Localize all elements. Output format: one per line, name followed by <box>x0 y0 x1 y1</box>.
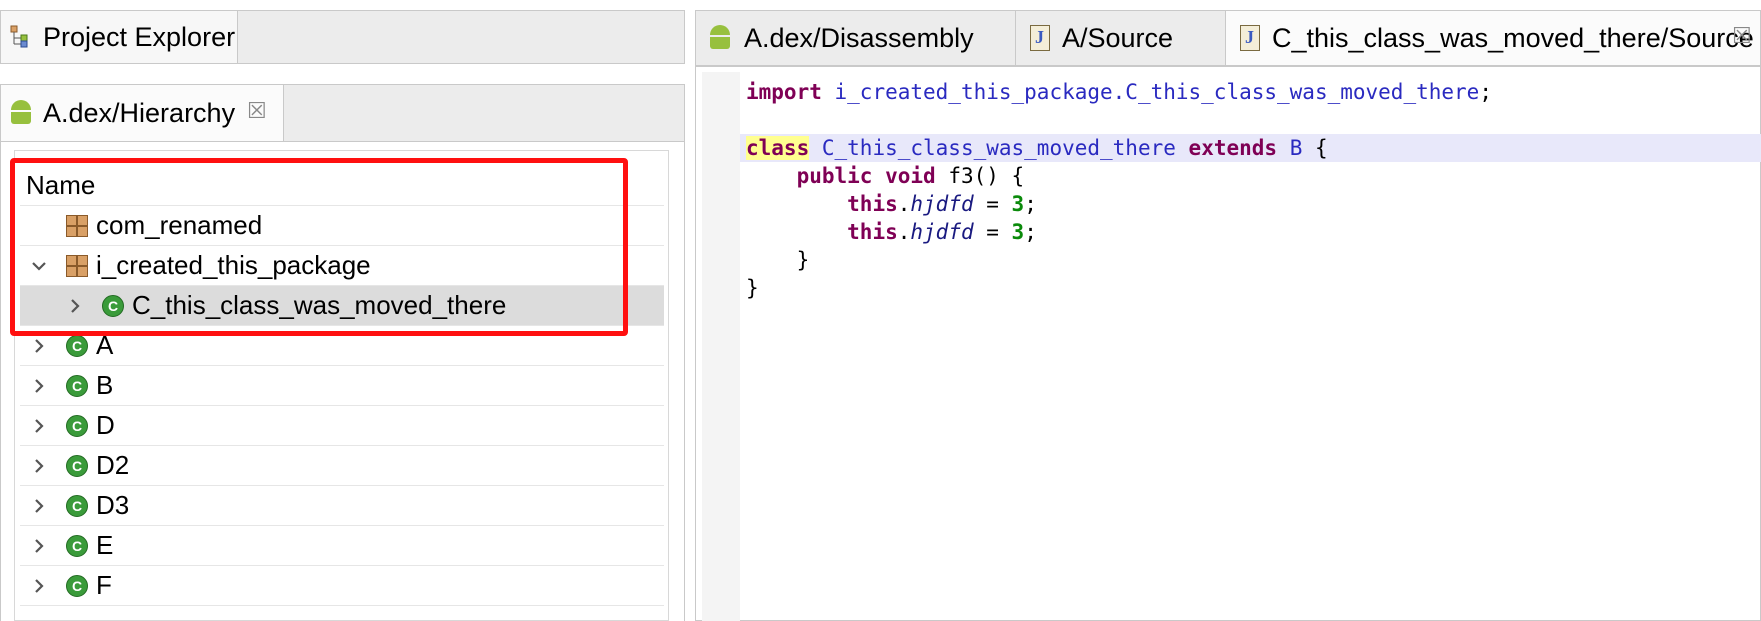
class-name[interactable]: C_this_class_was_moved_there <box>822 136 1176 160</box>
java-file-icon <box>1030 25 1050 51</box>
field-name[interactable]: hjdfd <box>910 192 973 216</box>
keyword: this <box>847 192 898 216</box>
project-explorer-tabbar: Project Explorer <box>0 10 685 64</box>
code-line-8: } <box>746 274 759 302</box>
class-icon <box>66 495 88 517</box>
android-icon <box>708 25 732 51</box>
class-icon <box>66 535 88 557</box>
tree-row-d[interactable]: D <box>20 406 664 446</box>
tree-row-label: B <box>96 370 114 400</box>
chevron-right-icon[interactable] <box>28 455 50 477</box>
tree-row-d3[interactable]: D3 <box>20 486 664 526</box>
tab-hierarchy-label: A.dex/Hierarchy <box>43 97 236 128</box>
tree-row-f[interactable]: F <box>20 566 664 606</box>
code-line-1: import i_created_this_package.C_this_cla… <box>746 78 1492 106</box>
tree-row-b[interactable]: B <box>20 366 664 406</box>
annotation-highlight-box <box>10 158 628 336</box>
code-line-3: class C_this_class_was_moved_there exten… <box>746 134 1328 162</box>
hierarchy-tabbar: A.dex/Hierarchy ☒ <box>0 84 685 142</box>
java-file-icon <box>1240 25 1260 51</box>
tree-row-label: E <box>96 530 114 560</box>
method-signature[interactable]: f3() { <box>948 164 1024 188</box>
tree-row-label: D2 <box>96 450 130 480</box>
code-line-5: this.hjdfd = 3; <box>847 192 1037 216</box>
keyword: import <box>746 80 822 104</box>
tab-label: A.dex/Disassembly <box>744 22 974 53</box>
tree-row-e[interactable]: E <box>20 526 664 566</box>
tab-project-explorer[interactable]: Project Explorer <box>1 11 238 63</box>
keyword: extends <box>1188 136 1278 160</box>
tab-label: A/Source <box>1062 22 1174 53</box>
android-icon <box>9 100 33 126</box>
operator: = <box>973 220 1012 244</box>
punctuation: { <box>1315 136 1328 160</box>
chevron-right-icon[interactable] <box>28 575 50 597</box>
operator: = <box>973 192 1012 216</box>
tab-hierarchy[interactable]: A.dex/Hierarchy ☒ <box>1 85 284 141</box>
editor-tabbar: A.dex/Disassembly A/Source C_this_class_… <box>695 10 1761 66</box>
chevron-right-icon[interactable] <box>28 375 50 397</box>
class-icon <box>66 415 88 437</box>
punctuation: ; <box>1024 192 1037 216</box>
code-line-6: this.hjdfd = 3; <box>847 220 1037 244</box>
chevron-right-icon[interactable] <box>28 495 50 517</box>
code-line-4: public void f3() { <box>746 162 1025 190</box>
tree-row-label: F <box>96 570 112 600</box>
editor-gutter <box>702 72 740 621</box>
close-icon[interactable]: ☒ <box>247 98 267 124</box>
superclass-name[interactable]: B <box>1290 136 1303 160</box>
class-icon <box>66 455 88 477</box>
tree-row-label: D <box>96 410 115 440</box>
tab-project-explorer-label: Project Explorer <box>43 21 236 52</box>
keyword: this <box>847 220 898 244</box>
keyword: public <box>796 164 873 188</box>
tab-dex-disassembly[interactable]: A.dex/Disassembly <box>696 11 1016 65</box>
number-literal: 3 <box>1011 220 1025 244</box>
punctuation: } <box>796 248 810 272</box>
tab-a-source[interactable]: A/Source <box>1016 11 1226 65</box>
chevron-right-icon[interactable] <box>28 335 50 357</box>
code-line-7: } <box>746 246 810 274</box>
class-icon <box>66 335 88 357</box>
import-path[interactable]: i_created_this_package.C_this_class_was_… <box>835 80 1480 104</box>
tree-row-d2[interactable]: D2 <box>20 446 664 486</box>
punctuation: ; <box>1479 80 1492 104</box>
punctuation: } <box>746 276 759 300</box>
class-icon <box>66 375 88 397</box>
tab-label: C_this_class_was_moved_there/Source <box>1272 22 1754 53</box>
class-icon <box>66 575 88 597</box>
number-literal: 3 <box>1011 192 1025 216</box>
close-icon[interactable]: ☒ <box>1732 23 1752 49</box>
tree-row-label: D3 <box>96 490 130 520</box>
field-name[interactable]: hjdfd <box>910 220 973 244</box>
tab-c-this-class-source[interactable]: C_this_class_was_moved_there/Source ☒ <box>1226 11 1760 65</box>
keyword: void <box>885 164 936 188</box>
punctuation: ; <box>1024 220 1037 244</box>
project-explorer-icon <box>9 24 35 50</box>
keyword: class <box>746 136 810 160</box>
chevron-right-icon[interactable] <box>28 535 50 557</box>
chevron-right-icon[interactable] <box>28 415 50 437</box>
